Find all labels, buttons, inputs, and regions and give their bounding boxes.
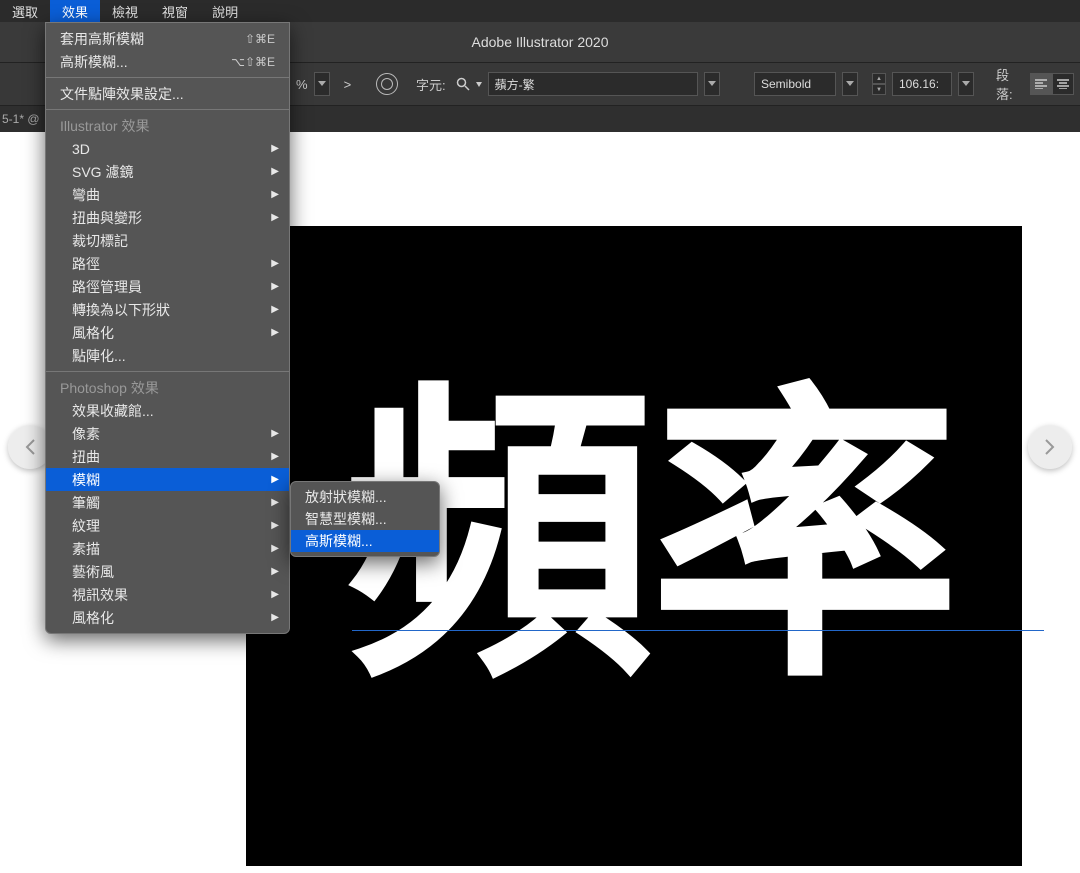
menu-effect-gallery[interactable]: 效果收藏館... <box>46 399 289 422</box>
font-size-dropdown[interactable] <box>958 72 974 96</box>
submenu-arrow-icon: ▶ <box>271 543 279 554</box>
menu-apply-last-effect[interactable]: 套用高斯模糊 ⇧⌘E <box>46 27 289 50</box>
menu-3d[interactable]: 3D▶ <box>46 137 289 160</box>
document-tab[interactable]: 5-1* @ <box>2 112 40 126</box>
menu-last-effect[interactable]: 高斯模糊... ⌥⇧⌘E <box>46 50 289 73</box>
separator <box>46 77 289 78</box>
chevron-left-icon <box>24 438 36 456</box>
separator <box>46 109 289 110</box>
paragraph-label: 段落: <box>996 65 1020 103</box>
menu-video[interactable]: 視訊效果▶ <box>46 583 289 606</box>
char-label: 字元: <box>416 75 446 94</box>
menu-sketch[interactable]: 素描▶ <box>46 537 289 560</box>
menu-stylize-ai[interactable]: 風格化▶ <box>46 321 289 344</box>
submenu-arrow-icon: ▶ <box>271 612 279 623</box>
menu-brush-strokes[interactable]: 筆觸▶ <box>46 491 289 514</box>
opacity-dropdown[interactable] <box>314 72 330 96</box>
menu-view[interactable]: 檢視 <box>100 0 150 22</box>
submenu-arrow-icon: ▶ <box>271 497 279 508</box>
submenu-arrow-icon: ▶ <box>271 566 279 577</box>
chevron-right-icon <box>1044 438 1056 456</box>
menu-rasterize[interactable]: 點陣化... <box>46 344 289 367</box>
menu-pathfinder[interactable]: 路徑管理員▶ <box>46 275 289 298</box>
menu-distort-ps[interactable]: 扭曲▶ <box>46 445 289 468</box>
menu-effects[interactable]: 效果 <box>50 0 100 22</box>
menu-warp[interactable]: 彎曲▶ <box>46 183 289 206</box>
font-family-select[interactable]: 蘋方-繁 <box>488 72 698 96</box>
menu-help[interactable]: 說明 <box>200 0 250 22</box>
blur-submenu: 放射狀模糊... 智慧型模糊... 高斯模糊... <box>290 481 440 557</box>
menu-select[interactable]: 選取 <box>0 0 50 22</box>
submenu-arrow-icon: ▶ <box>271 189 279 200</box>
submenu-gaussian-blur[interactable]: 高斯模糊... <box>291 530 439 552</box>
menu-texture[interactable]: 紋理▶ <box>46 514 289 537</box>
menu-convert-to-shape[interactable]: 轉換為以下形狀▶ <box>46 298 289 321</box>
align-center-button[interactable] <box>1052 73 1074 95</box>
recolor-icon[interactable] <box>376 73 398 95</box>
submenu-arrow-icon: ▶ <box>271 428 279 439</box>
submenu-arrow-icon: ▶ <box>271 166 279 177</box>
font-size-stepper[interactable]: ▲▼ <box>872 73 886 95</box>
submenu-arrow-icon: ▶ <box>271 212 279 223</box>
menu-svg-filters[interactable]: SVG 濾鏡▶ <box>46 160 289 183</box>
submenu-arrow-icon: ▶ <box>271 304 279 315</box>
menu-artistic[interactable]: 藝術風▶ <box>46 560 289 583</box>
submenu-arrow-icon: ▶ <box>271 474 279 485</box>
submenu-arrow-icon: ▶ <box>271 281 279 292</box>
gallery-next-button[interactable] <box>1028 425 1072 469</box>
submenu-radial-blur[interactable]: 放射狀模糊... <box>291 486 439 508</box>
submenu-arrow-icon: ▶ <box>271 258 279 269</box>
menu-pixelate[interactable]: 像素▶ <box>46 422 289 445</box>
separator <box>46 371 289 372</box>
opacity-unit: % <box>296 77 308 92</box>
menu-path[interactable]: 路徑▶ <box>46 252 289 275</box>
menu-window[interactable]: 視窗 <box>150 0 200 22</box>
submenu-arrow-icon: ▶ <box>271 589 279 600</box>
menu-blur[interactable]: 模糊▶ <box>46 468 289 491</box>
menu-crop-marks[interactable]: 裁切標記 <box>46 229 289 252</box>
font-weight-select[interactable]: Semibold <box>754 72 836 96</box>
menu-header-illustrator-effects: Illustrator 效果 <box>46 114 289 137</box>
submenu-arrow-icon: ▶ <box>271 520 279 531</box>
shortcut: ⇧⌘E <box>245 32 275 46</box>
app-title: Adobe Illustrator 2020 <box>472 34 609 50</box>
align-left-button[interactable] <box>1030 73 1052 95</box>
submenu-arrow-icon: ▶ <box>271 327 279 338</box>
submenu-arrow-icon: ▶ <box>271 143 279 154</box>
font-size-input[interactable]: 106.16: <box>892 72 952 96</box>
menubar: 選取 效果 檢視 視窗 說明 <box>0 0 1080 22</box>
submenu-smart-blur[interactable]: 智慧型模糊... <box>291 508 439 530</box>
shortcut: ⌥⇧⌘E <box>231 55 275 69</box>
menu-stylize-ps[interactable]: 風格化▶ <box>46 606 289 629</box>
chevron-down-icon <box>476 79 482 89</box>
text-baseline <box>352 630 1044 631</box>
menu-doc-raster-settings[interactable]: 文件點陣效果設定... <box>46 82 289 105</box>
menu-header-photoshop-effects: Photoshop 效果 <box>46 376 289 399</box>
font-weight-dropdown[interactable] <box>842 72 858 96</box>
effects-dropdown: 套用高斯模糊 ⇧⌘E 高斯模糊... ⌥⇧⌘E 文件點陣效果設定... Illu… <box>45 22 290 634</box>
font-family-dropdown[interactable] <box>704 72 720 96</box>
menu-distort-transform[interactable]: 扭曲與變形▶ <box>46 206 289 229</box>
submenu-arrow-icon: ▶ <box>271 451 279 462</box>
search-icon[interactable] <box>456 77 470 91</box>
